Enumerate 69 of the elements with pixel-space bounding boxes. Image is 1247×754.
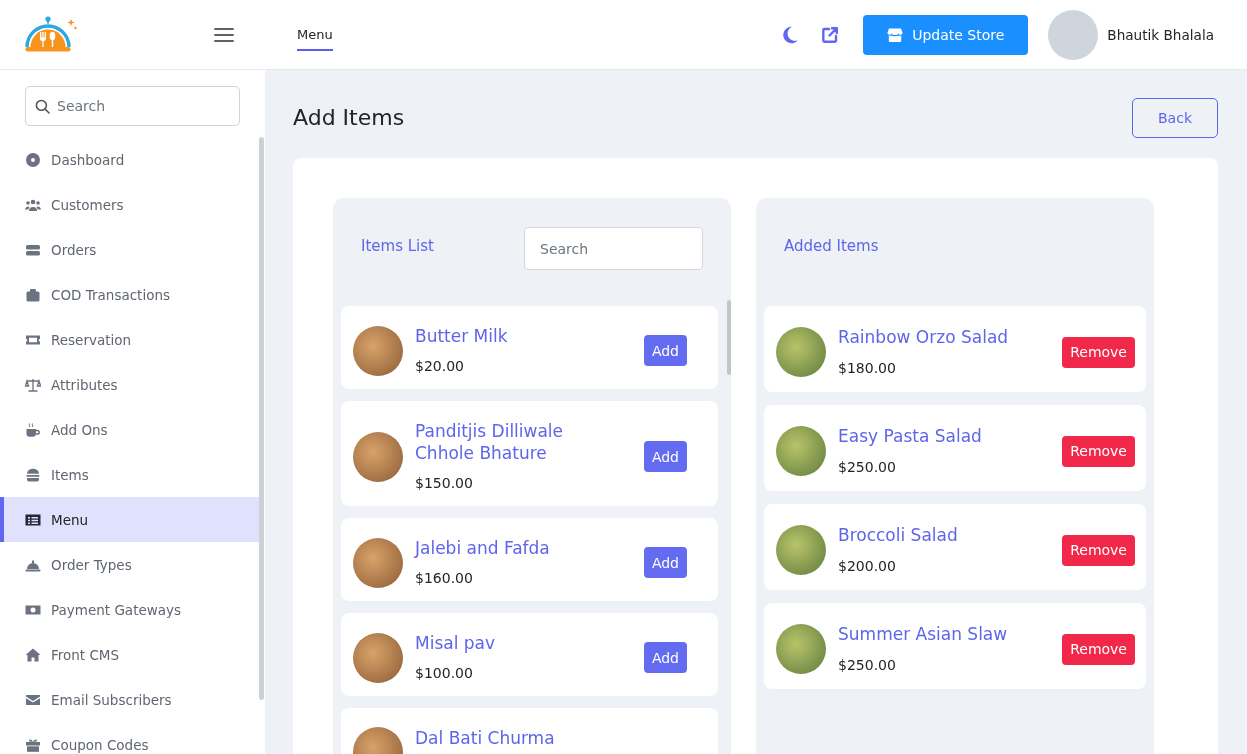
sidebar-item[interactable]: Menu [0,497,260,542]
sidebar-item[interactable]: Items [0,452,260,497]
sidebar-item[interactable]: Order Types [0,542,260,587]
back-button[interactable]: Back [1132,98,1218,138]
item-price: $180.00 [838,359,897,378]
search-field[interactable]: Search [25,86,240,126]
photo-placeholder [353,325,403,376]
item-name: Dal Bati Churma [415,727,556,749]
photo-placeholder [776,624,826,674]
user-name: Bhautik Bhalala [1107,26,1214,43]
mug-icon [25,421,41,438]
add-button[interactable]: Add [643,335,687,366]
photo-placeholder [776,426,826,476]
sidebar-item[interactable]: Payment Gateways [0,587,260,632]
item-price: $20.00 [415,357,465,376]
burger-icon [25,466,41,483]
cloche-logo-icon [25,15,77,54]
search-icon [35,98,50,114]
item-name: Broccoli Salad [838,524,959,546]
item-name: Misal pav [415,632,497,654]
item-name: Jalebi and Fafda [415,537,551,559]
sidebar-item[interactable]: Coupon Codes [0,722,260,754]
item-name: Summer Asian Slaw [838,623,1009,645]
item-price: $150.00 [415,474,474,493]
sidebar-item[interactable]: COD Transactions [0,272,260,317]
photo-placeholder [353,632,403,683]
add-button[interactable]: Add [643,441,687,472]
item-price: $100.00 [415,664,474,683]
remove-button[interactable]: Remove [1062,633,1135,665]
page-title: Add Items [293,104,405,132]
remove-button[interactable]: Remove [1062,435,1135,467]
sidebar-item[interactable]: Attributes [0,362,260,407]
remove-button[interactable]: Remove [1062,534,1135,566]
sidebar-item[interactable]: Reservation [0,317,260,362]
item-price: $200.00 [838,557,897,576]
photo-placeholder [776,327,826,377]
scrollbar-thumb[interactable] [727,300,731,375]
sidebar-item[interactable]: Add Ons [0,407,260,452]
add-button[interactable]: Add [643,642,687,673]
nav-tab[interactable]: Menu [297,18,333,51]
add-button[interactable]: Add [643,547,687,578]
search-field[interactable]: Search [524,227,703,270]
item-price: $250.00 [838,458,897,477]
photo-placeholder [776,525,826,575]
item-price: $250.00 [838,656,897,675]
menu-icon[interactable] [214,26,234,43]
external-link-icon[interactable] [821,25,840,44]
update-store-button[interactable]: Update Store [863,14,1029,55]
photo-placeholder [353,431,403,482]
panel-title: Added Items [784,235,879,256]
scrollbar-thumb[interactable] [259,137,264,700]
item-name: Panditjis Dilliwale Chhole Bhature [415,420,565,464]
item-name: Rainbow Orzo Salad [838,326,1010,348]
photo-placeholder [353,537,403,588]
sidebar-item[interactable]: Front CMS [0,632,260,677]
briefcase-icon [25,286,41,303]
panel-title: Items List [361,235,434,256]
item-name: Easy Pasta Salad [838,425,983,447]
sidebar-item[interactable]: Customers [0,182,260,227]
remove-button[interactable]: Remove [1062,336,1135,368]
sidebar-item[interactable]: Email Subscribers [0,677,260,722]
sidebar-item[interactable]: Dashboard [0,137,260,182]
house-icon [25,646,41,663]
store-icon [887,26,904,43]
item-name: Butter Milk [415,325,509,347]
scale-icon [25,376,41,393]
sidebar-item[interactable]: Orders [0,227,260,272]
item-price: $160.00 [415,569,474,588]
moon-icon[interactable] [782,25,799,44]
